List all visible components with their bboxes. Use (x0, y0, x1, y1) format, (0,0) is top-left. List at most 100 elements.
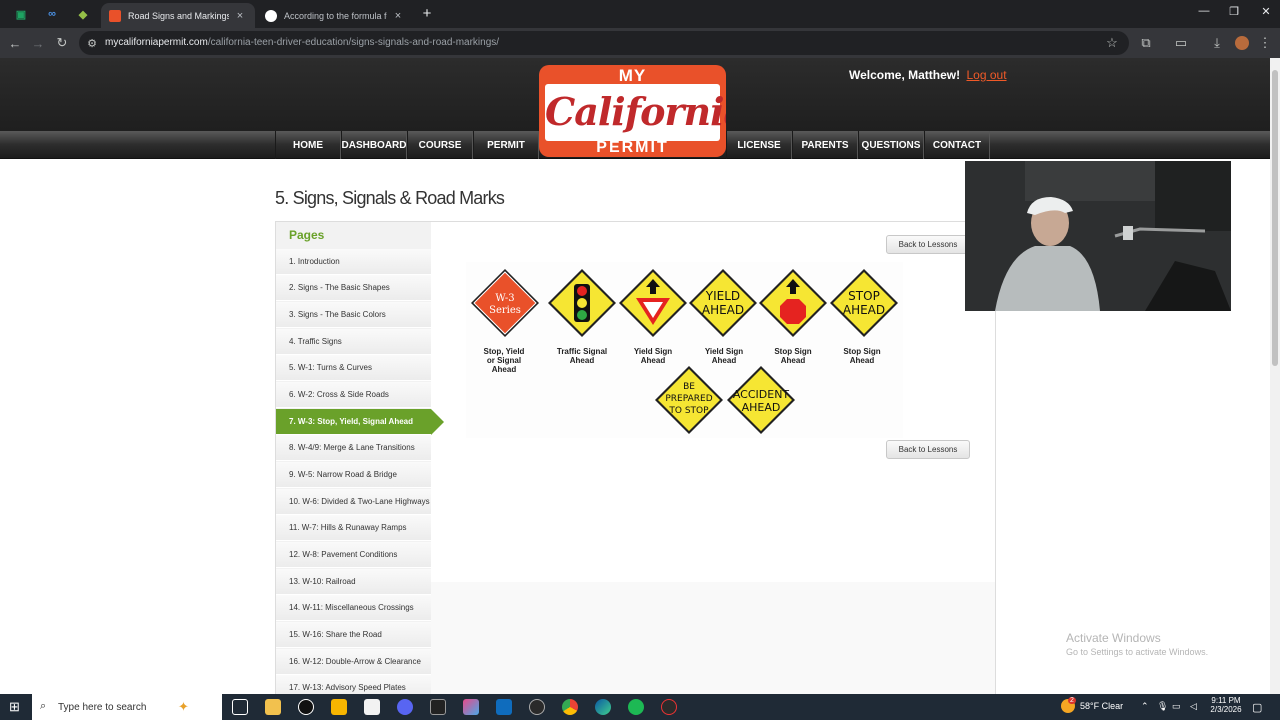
back-arrow-icon[interactable]: ← (6, 34, 24, 52)
nav-course[interactable]: COURSE (407, 131, 473, 159)
discord-icon[interactable] (397, 699, 413, 715)
page-title: 5. Signs, Signals & Road Marks (275, 188, 505, 208)
sidebar-item-w7[interactable]: 11. W-7: Hills & Runaway Ramps (276, 515, 431, 541)
tray-chevron-icon[interactable]: ⌃ (1141, 701, 1149, 712)
download-icon[interactable]: ⤓ (1208, 34, 1226, 52)
sidebar-item-w16[interactable]: 15. W-16: Share the Road (276, 622, 431, 648)
app-icon[interactable] (661, 699, 677, 715)
site-info-icon[interactable]: ⚙ (83, 34, 101, 52)
sidebar-item-w3-active[interactable]: 7. W-3: Stop, Yield, Signal Ahead (276, 409, 431, 435)
logo-plate: California (545, 84, 726, 141)
weather-badge: 2 (1068, 697, 1076, 704)
yield-ahead-symbol-sign (619, 269, 687, 337)
scrollbar-thumb[interactable] (1272, 70, 1278, 366)
yield-ahead-text-sign: YIELD AHEAD (689, 269, 757, 337)
site-logo[interactable]: MY California PERMIT (539, 65, 726, 157)
nav-license[interactable]: LICENSE (726, 131, 792, 159)
sidebar-item-basic-shapes[interactable]: 2. Signs - The Basic Shapes (276, 275, 431, 301)
outlook-icon[interactable] (496, 699, 512, 715)
logout-link[interactable]: Log out (966, 68, 1006, 82)
epic-games-icon[interactable] (430, 699, 446, 715)
traffic-signal-caption: Traffic Signal Ahead (547, 347, 617, 365)
address-bar[interactable]: ⚙ mycaliforniapermit.com/california-teen… (79, 31, 1129, 55)
back-to-lessons-button-top[interactable]: Back to Lessons (886, 235, 970, 254)
nav-questions[interactable]: QUESTIONS (858, 131, 924, 159)
app-icon[interactable] (298, 699, 314, 715)
task-view-icon[interactable] (232, 699, 248, 715)
w3-series-sign: W-3 Series (471, 269, 539, 337)
accident-ahead-sign: ACCIDENT AHEAD (727, 366, 795, 434)
microphone-icon[interactable]: 🎙 (1157, 701, 1168, 712)
tab-google-search[interactable]: According to the formula for st × (257, 3, 413, 28)
caption-line: Yield Sign (633, 347, 673, 356)
nav-dashboard[interactable]: DASHBOARD (341, 131, 407, 159)
close-window-icon[interactable]: ✕ (1251, 5, 1280, 18)
sidebar-item-w5[interactable]: 9. W-5: Narrow Road & Bridge (276, 462, 431, 488)
windows-start-icon[interactable]: ⊞ (9, 700, 23, 714)
forward-arrow-icon[interactable]: → (29, 34, 47, 52)
be-prepared-line2: PREPARED (665, 394, 712, 404)
network-icon[interactable]: ▭ (1172, 701, 1181, 712)
restore-icon[interactable]: ❐ (1219, 5, 1249, 18)
nav-contact[interactable]: CONTACT (924, 131, 990, 159)
notepad-icon[interactable] (364, 699, 380, 715)
bookmark-star-icon[interactable]: ☆ (1103, 34, 1121, 52)
minimize-icon[interactable]: — (1189, 5, 1219, 17)
new-tab-button[interactable]: + (419, 5, 435, 22)
sidebar-heading: Pages (289, 228, 325, 242)
nav-home[interactable]: HOME (275, 131, 341, 159)
notifications-icon[interactable]: ▢ (1252, 701, 1262, 714)
sidebar-item-w2[interactable]: 6. W-2: Cross & Side Roads (276, 382, 431, 408)
app-icon[interactable] (331, 699, 347, 715)
extensions-icon[interactable]: ⧉ (1137, 34, 1155, 52)
chrome-icon[interactable] (562, 699, 578, 715)
app-icon[interactable] (529, 699, 545, 715)
meta-tab-icon[interactable]: ∞ (42, 5, 62, 23)
sidebar-item-basic-colors[interactable]: 3. Signs - The Basic Colors (276, 302, 431, 328)
spotify-icon[interactable] (628, 699, 644, 715)
system-clock[interactable]: 9:11 PM 2/3/2026 (1209, 696, 1243, 714)
back-to-lessons-button-bottom[interactable]: Back to Lessons (886, 440, 970, 459)
sidebar-item-introduction[interactable]: 1. Introduction (276, 249, 431, 275)
caption-line: Stop Sign (843, 347, 881, 356)
sidebar-item-w10[interactable]: 13. W-10: Railroad (276, 569, 431, 595)
pages-sidebar: Pages 1. Introduction 2. Signs - The Bas… (276, 222, 431, 701)
copilot-icon[interactable] (463, 699, 479, 715)
close-tab-icon[interactable]: × (391, 10, 405, 22)
sidebar-item-w11[interactable]: 14. W-11: Miscellaneous Crossings (276, 595, 431, 621)
pinned-tab-icon[interactable]: ▣ (11, 5, 31, 23)
url-domain: mycaliforniapermit.com (105, 37, 208, 48)
edge-icon[interactable] (595, 699, 611, 715)
close-tab-icon[interactable]: × (233, 10, 247, 22)
taskbar-search-box[interactable]: ⌕ Type here to search ✦ (32, 694, 222, 720)
w3-series-line2: Series (489, 305, 521, 316)
cast-icon[interactable]: ▭ (1172, 34, 1190, 52)
nav-parents[interactable]: PARENTS (792, 131, 858, 159)
file-explorer-icon[interactable] (265, 699, 281, 715)
caption-line: Ahead (569, 356, 595, 365)
nav-permit[interactable]: PERMIT (473, 131, 539, 159)
traffic-signal-ahead-sign (548, 269, 616, 337)
tab-title: Road Signs and Markings | Driv (128, 10, 229, 21)
sidebar-item-w8[interactable]: 12. W-8: Pavement Conditions (276, 542, 431, 568)
sidebar-item-traffic-signs[interactable]: 4. Traffic Signs (276, 329, 431, 355)
profile-avatar-icon[interactable] (1233, 34, 1251, 52)
caption-line: Ahead (491, 365, 517, 374)
yield-text-caption: Yield Sign Ahead (689, 347, 759, 365)
search-icon: ⌕ (40, 700, 47, 712)
sidebar-item-w12[interactable]: 16. W-12: Double-Arrow & Clearance (276, 649, 431, 675)
reload-icon[interactable]: ↻ (53, 34, 71, 52)
yield-symbol-caption: Yield Sign Ahead (618, 347, 688, 365)
caption-line: Stop, Yield (483, 347, 525, 356)
welcome-text: Welcome, Matthew! (849, 68, 961, 82)
weather-text[interactable]: 58°F Clear (1080, 701, 1123, 711)
sidebar-item-w1[interactable]: 5. W-1: Turns & Curves (276, 355, 431, 381)
shopify-tab-icon[interactable]: ◆ (73, 5, 93, 23)
browser-toolbar: ← → ↻ ⚙ mycaliforniapermit.com/californi… (0, 28, 1280, 58)
menu-kebab-icon[interactable]: ⋮ (1256, 34, 1274, 52)
stop-text-caption: Stop Sign Ahead (827, 347, 897, 365)
volume-icon[interactable]: ◁ (1190, 701, 1197, 712)
sidebar-item-w4-9[interactable]: 8. W-4/9: Merge & Lane Transitions (276, 435, 431, 461)
sidebar-item-w6[interactable]: 10. W-6: Divided & Two-Lane Highways (276, 489, 431, 515)
tab-road-signs[interactable]: Road Signs and Markings | Driv × (101, 3, 255, 28)
